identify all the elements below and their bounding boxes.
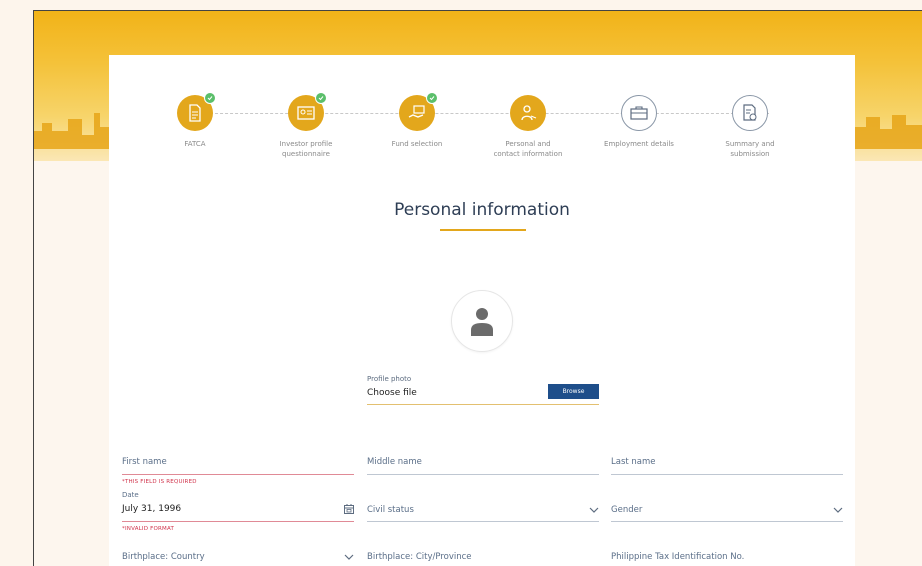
date-field[interactable]: Date July 31, 1996 [122,491,354,522]
step-circle [732,95,768,131]
check-icon [426,92,438,104]
middle-name-label: Middle name [367,457,422,467]
step-circle [399,92,438,131]
step-fund-selection[interactable]: Fund selection [361,92,473,149]
step-circle [177,92,216,131]
date-error: *INVALID FORMAT [122,526,175,532]
hand-money-icon [408,105,425,118]
step-fatca[interactable]: FATCA [139,92,251,149]
calendar-icon[interactable] [344,504,354,514]
civil-status-select[interactable]: Civil status [367,491,599,522]
step-circle [510,95,546,131]
first-name-error: *THIS FIELD IS REQUIRED [122,479,197,485]
gender-label: Gender [611,505,643,515]
step-employment[interactable]: Employment details [583,95,695,149]
tin-field[interactable]: Philippine Tax Identification No. [611,539,843,566]
app-window: FATCA Investor profile questionnaire Fund… [33,10,922,566]
step-circle [621,95,657,131]
chevron-down-icon [344,554,354,560]
avatar [451,290,513,352]
step-label: Personal and contact information [493,140,563,158]
birthplace-country-label: Birthplace: Country [122,552,205,562]
middle-name-field[interactable]: Middle name [367,450,599,475]
tin-label: Philippine Tax Identification No. [611,552,745,562]
chevron-down-icon [833,507,843,513]
step-label: FATCA [184,140,206,148]
profile-photo-upload[interactable]: Profile photo Choose file Browse [367,375,599,405]
date-value: July 31, 1996 [122,504,182,514]
step-label: Employment details [604,140,674,148]
step-circle [288,92,327,131]
step-label: Investor profile questionnaire [279,140,333,158]
step-personal-contact[interactable]: Personal and contact information [472,95,584,159]
file-name[interactable]: Choose file [367,388,417,398]
briefcase-icon [630,106,648,120]
user-icon [471,308,493,336]
chevron-down-icon [589,507,599,513]
first-name-field[interactable]: First name [122,450,354,475]
form-card: FATCA Investor profile questionnaire Fund… [109,55,855,566]
browse-button[interactable]: Browse [548,384,599,399]
last-name-field[interactable]: Last name [611,450,843,475]
step-investor-profile[interactable]: Investor profile questionnaire [250,92,362,159]
step-label: Fund selection [391,140,443,148]
profile-photo-label: Profile photo [367,375,412,383]
person-hand-icon [521,105,537,121]
step-summary[interactable]: Summary and submission [694,95,806,159]
document-check-icon [743,104,757,121]
check-icon [204,92,216,104]
progress-stepper: FATCA Investor profile questionnaire Fund… [139,92,825,175]
step-label: Summary and submission [725,140,775,158]
page-title: Personal information [394,200,570,220]
title-underline [440,229,526,231]
id-card-icon [297,106,315,120]
first-name-label: First name [122,457,167,467]
gender-select[interactable]: Gender [611,491,843,522]
birthplace-city-label: Birthplace: City/Province [367,552,472,562]
birthplace-country-select[interactable]: Birthplace: Country [122,539,354,566]
check-icon [315,92,327,104]
last-name-label: Last name [611,457,656,467]
date-label: Date [122,491,139,499]
civil-status-label: Civil status [367,505,414,515]
document-icon [189,104,201,122]
birthplace-city-field[interactable]: Birthplace: City/Province [367,539,599,566]
